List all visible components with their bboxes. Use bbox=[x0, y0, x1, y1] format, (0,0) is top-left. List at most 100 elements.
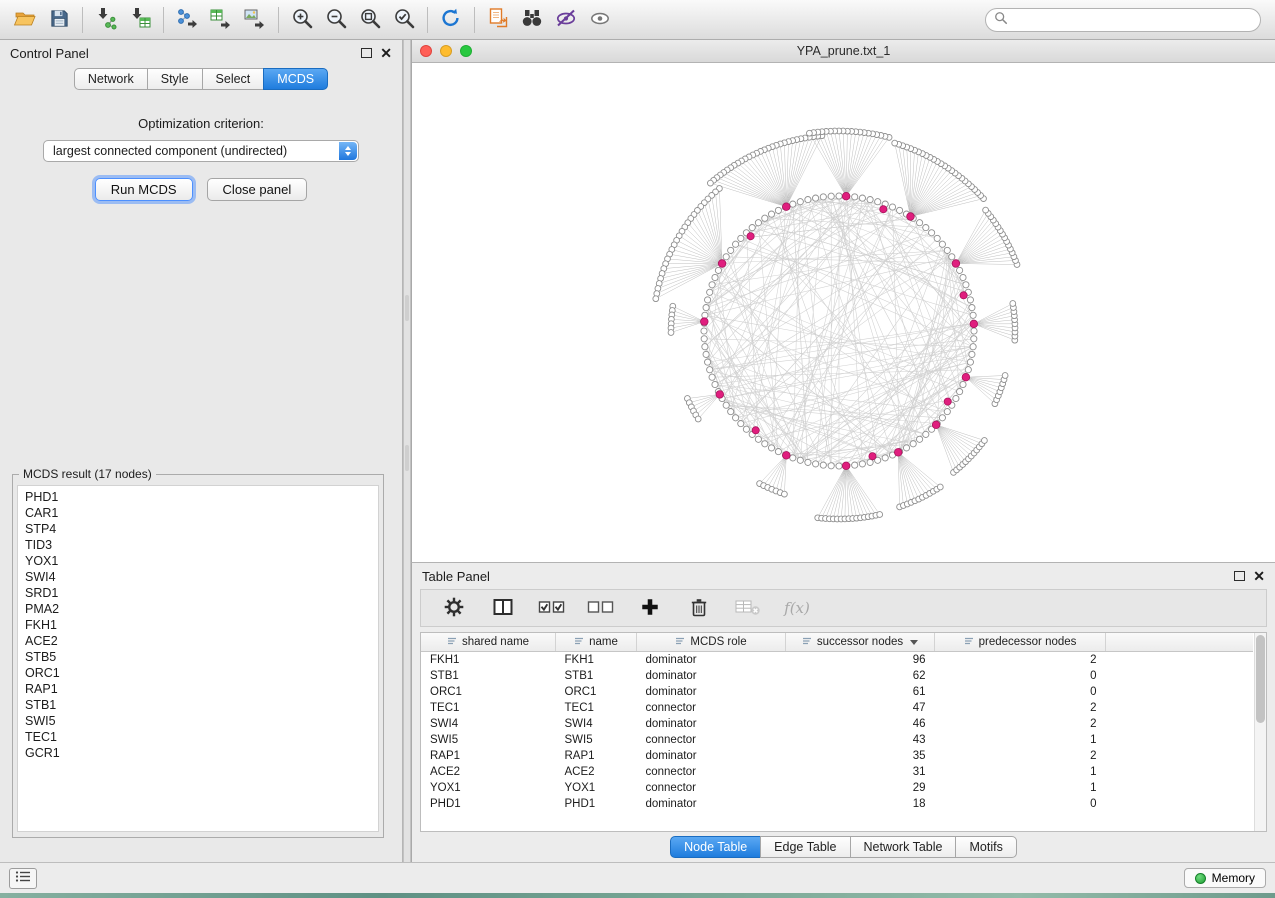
mcds-result-item[interactable]: SRD1 bbox=[25, 585, 378, 601]
mcds-result-item[interactable]: SWI4 bbox=[25, 569, 378, 585]
table-row[interactable]: RAP1RAP1dominator352 bbox=[421, 748, 1253, 764]
mcds-result-item[interactable]: GCR1 bbox=[25, 745, 378, 761]
column-header-successor-nodes[interactable]: successor nodes bbox=[786, 633, 935, 652]
scrollbar-thumb[interactable] bbox=[1256, 635, 1265, 723]
open-file-button[interactable] bbox=[8, 4, 42, 36]
table-cell[interactable]: SWI4 bbox=[421, 716, 556, 732]
table-cell[interactable]: 2 bbox=[935, 716, 1106, 732]
column-header-MCDS-role[interactable]: MCDS role bbox=[637, 633, 786, 652]
delete-column-button[interactable] bbox=[682, 592, 716, 624]
export-network-button[interactable] bbox=[170, 4, 204, 36]
table-cell[interactable]: connector bbox=[637, 700, 786, 716]
table-cell[interactable]: 43 bbox=[786, 732, 935, 748]
table-cell[interactable]: 47 bbox=[786, 700, 935, 716]
table-cell[interactable]: FKH1 bbox=[556, 652, 637, 669]
copy-document-button[interactable] bbox=[481, 4, 515, 36]
mcds-result-item[interactable]: STP4 bbox=[25, 521, 378, 537]
table-cell[interactable]: connector bbox=[637, 732, 786, 748]
refresh-layout-button[interactable] bbox=[434, 4, 468, 36]
save-session-button[interactable] bbox=[42, 4, 76, 36]
table-cell[interactable]: RAP1 bbox=[421, 748, 556, 764]
tab-style[interactable]: Style bbox=[147, 68, 203, 90]
table-cell[interactable]: connector bbox=[637, 780, 786, 796]
delete-table-button[interactable] bbox=[731, 592, 765, 624]
run-mcds-button[interactable]: Run MCDS bbox=[95, 178, 193, 201]
table-cell[interactable]: dominator bbox=[637, 716, 786, 732]
float-panel-icon[interactable] bbox=[1234, 571, 1245, 581]
table-cell[interactable]: 1 bbox=[935, 780, 1106, 796]
mcds-result-item[interactable]: RAP1 bbox=[25, 681, 378, 697]
table-cell[interactable]: 2 bbox=[935, 700, 1106, 716]
table-row[interactable]: FKH1FKH1dominator962 bbox=[421, 652, 1253, 669]
export-table-button[interactable] bbox=[204, 4, 238, 36]
table-cell[interactable]: dominator bbox=[637, 652, 786, 669]
table-row[interactable]: TEC1TEC1connector472 bbox=[421, 700, 1253, 716]
select-all-rows-button[interactable] bbox=[535, 592, 569, 624]
export-image-button[interactable] bbox=[238, 4, 272, 36]
table-cell[interactable]: 1 bbox=[935, 732, 1106, 748]
table-cell[interactable]: RAP1 bbox=[556, 748, 637, 764]
table-cell[interactable]: dominator bbox=[637, 668, 786, 684]
table-cell[interactable]: SWI5 bbox=[556, 732, 637, 748]
table-cell[interactable]: dominator bbox=[637, 684, 786, 700]
function-builder-button[interactable]: f(x) bbox=[780, 592, 814, 624]
float-panel-icon[interactable] bbox=[361, 48, 372, 58]
hide-graphics-details-button[interactable] bbox=[549, 4, 583, 36]
table-cell[interactable]: 61 bbox=[786, 684, 935, 700]
table-cell[interactable]: dominator bbox=[637, 748, 786, 764]
mcds-result-item[interactable]: STB5 bbox=[25, 649, 378, 665]
status-menu-button[interactable] bbox=[9, 868, 37, 889]
splitter-handle[interactable] bbox=[405, 445, 409, 471]
find-network-button[interactable] bbox=[515, 4, 549, 36]
table-cell[interactable]: 0 bbox=[935, 684, 1106, 700]
sort-chevron-icon[interactable] bbox=[910, 640, 918, 645]
table-cell[interactable]: connector bbox=[637, 764, 786, 780]
column-header-shared-name[interactable]: shared name bbox=[421, 633, 556, 652]
mcds-result-item[interactable]: ORC1 bbox=[25, 665, 378, 681]
table-cell[interactable]: SWI4 bbox=[556, 716, 637, 732]
table-row[interactable]: SWI5SWI5connector431 bbox=[421, 732, 1253, 748]
mcds-result-list[interactable]: PHD1CAR1STP4TID3YOX1SWI4SRD1PMA2FKH1ACE2… bbox=[17, 485, 379, 832]
table-cell[interactable]: STB1 bbox=[421, 668, 556, 684]
table-tab-motifs[interactable]: Motifs bbox=[955, 836, 1016, 858]
memory-button[interactable]: Memory bbox=[1184, 868, 1266, 888]
mcds-result-item[interactable]: FKH1 bbox=[25, 617, 378, 633]
table-cell[interactable]: ACE2 bbox=[421, 764, 556, 780]
table-cell[interactable]: ACE2 bbox=[556, 764, 637, 780]
tab-select[interactable]: Select bbox=[202, 68, 265, 90]
table-tab-network-table[interactable]: Network Table bbox=[850, 836, 957, 858]
tab-network[interactable]: Network bbox=[74, 68, 148, 90]
table-cell[interactable]: 0 bbox=[935, 668, 1106, 684]
table-row[interactable]: SWI4SWI4dominator462 bbox=[421, 716, 1253, 732]
tab-mcds[interactable]: MCDS bbox=[263, 68, 328, 90]
table-row[interactable]: ORC1ORC1dominator610 bbox=[421, 684, 1253, 700]
column-header-name[interactable]: name bbox=[556, 633, 637, 652]
criterion-select[interactable]: largest connected component (undirected) bbox=[43, 140, 359, 162]
table-cell[interactable]: ORC1 bbox=[556, 684, 637, 700]
close-panel-button[interactable]: Close panel bbox=[207, 178, 308, 201]
table-cell[interactable]: PHD1 bbox=[556, 796, 637, 812]
mcds-result-item[interactable]: TEC1 bbox=[25, 729, 378, 745]
table-cell[interactable]: 0 bbox=[935, 796, 1106, 812]
table-cell[interactable]: 1 bbox=[935, 764, 1106, 780]
table-cell[interactable]: 31 bbox=[786, 764, 935, 780]
splitter-handle[interactable] bbox=[405, 295, 409, 321]
mcds-result-item[interactable]: ACE2 bbox=[25, 633, 378, 649]
table-cell[interactable]: SWI5 bbox=[421, 732, 556, 748]
table-cell[interactable]: 18 bbox=[786, 796, 935, 812]
mcds-result-item[interactable]: PHD1 bbox=[25, 489, 378, 505]
table-cell[interactable]: ORC1 bbox=[421, 684, 556, 700]
mcds-result-item[interactable]: CAR1 bbox=[25, 505, 378, 521]
table-cell[interactable]: YOX1 bbox=[556, 780, 637, 796]
search-box[interactable] bbox=[985, 8, 1261, 32]
import-network-button[interactable] bbox=[89, 4, 123, 36]
table-cell[interactable]: 96 bbox=[786, 652, 935, 669]
zoom-selected-button[interactable] bbox=[387, 4, 421, 36]
mcds-result-item[interactable]: STB1 bbox=[25, 697, 378, 713]
close-panel-icon[interactable]: ✕ bbox=[380, 46, 392, 60]
table-settings-button[interactable] bbox=[437, 592, 471, 624]
search-input[interactable] bbox=[1014, 12, 1252, 28]
zoom-fit-button[interactable] bbox=[353, 4, 387, 36]
table-scrollbar[interactable] bbox=[1254, 633, 1266, 831]
deselect-all-rows-button[interactable] bbox=[584, 592, 618, 624]
